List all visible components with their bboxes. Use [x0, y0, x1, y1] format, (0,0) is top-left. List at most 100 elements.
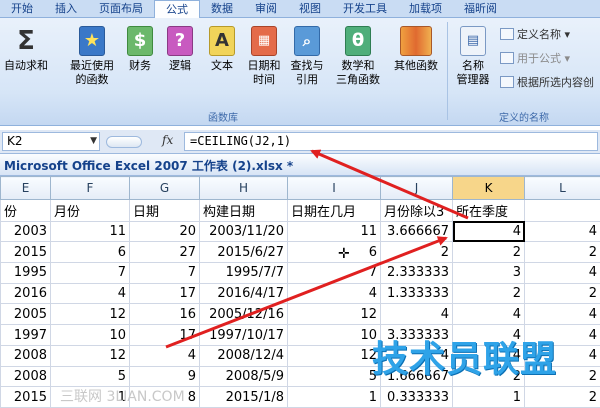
cell-e7[interactable]: 1997	[0, 324, 51, 346]
cell-f4[interactable]: 7	[50, 262, 130, 284]
cell-l3[interactable]: 2	[524, 241, 600, 264]
tab-view[interactable]: 视图	[288, 0, 332, 18]
formula-bar-resize-handle[interactable]	[106, 136, 142, 148]
cell-h7[interactable]: 1997/10/17	[199, 324, 288, 346]
cell-f8[interactable]: 12	[50, 344, 130, 367]
cell-i10[interactable]: 1	[287, 386, 381, 408]
text-button[interactable]: A 文本	[204, 24, 240, 73]
cell-e5[interactable]: 2016	[0, 282, 51, 305]
column-header-h[interactable]: H	[199, 176, 288, 200]
cell-i4[interactable]: 7	[287, 262, 381, 284]
cell-j10[interactable]: 0.333333	[380, 386, 453, 408]
cell-header[interactable]: 日期在几月	[287, 198, 381, 222]
cell-i8[interactable]: 12	[287, 344, 381, 367]
name-box[interactable]: K2 ▼	[2, 132, 100, 151]
cell-j3[interactable]: 2	[380, 241, 453, 264]
cell-f3[interactable]: 6	[50, 241, 130, 264]
cell-f2[interactable]: 11	[50, 220, 130, 243]
cell-i7[interactable]: 10	[287, 324, 381, 346]
cell-g2[interactable]: 20	[129, 220, 200, 243]
cell-i2[interactable]: 11	[287, 220, 381, 243]
datetime-button[interactable]: ▦ 日期和 时间	[244, 24, 284, 87]
cell-i5[interactable]: 4	[287, 282, 381, 305]
tab-insert[interactable]: 插入	[44, 0, 88, 18]
tab-data[interactable]: 数据	[200, 0, 244, 18]
cell-e6[interactable]: 2005	[0, 303, 51, 326]
cell-k2[interactable]: 4	[452, 220, 525, 243]
column-header-e[interactable]: E	[0, 176, 51, 200]
cell-h2[interactable]: 2003/11/20	[199, 220, 288, 243]
cell-header[interactable]: 份	[0, 198, 51, 222]
tab-addins[interactable]: 加载项	[398, 0, 453, 18]
cell-k5[interactable]: 2	[452, 282, 525, 305]
cell-header[interactable]: 所在季度	[452, 198, 525, 222]
cell-f5[interactable]: 4	[50, 282, 130, 305]
tab-page-layout[interactable]: 页面布局	[88, 0, 154, 18]
cell-g6[interactable]: 16	[129, 303, 200, 326]
cell-e9[interactable]: 2008	[0, 365, 51, 388]
cell-l2[interactable]: 4	[524, 220, 600, 243]
column-header-l[interactable]: L	[524, 176, 600, 200]
cell-header[interactable]: 月份	[50, 198, 130, 222]
column-header-j[interactable]: J	[380, 176, 453, 200]
cell-h5[interactable]: 2016/4/17	[199, 282, 288, 305]
cell-k10[interactable]: 1	[452, 386, 525, 408]
cell-h4[interactable]: 1995/7/7	[199, 262, 288, 284]
tab-review[interactable]: 审阅	[244, 0, 288, 18]
cell-j4[interactable]: 2.333333	[380, 262, 453, 284]
column-header-i[interactable]: I	[287, 176, 381, 200]
cell-j2[interactable]: 3.666667	[380, 220, 453, 243]
tab-formulas[interactable]: 公式	[154, 0, 200, 19]
autosum-button[interactable]: Σ 自动求和	[4, 24, 48, 73]
cell-i3[interactable]: 6	[287, 241, 381, 264]
math-trig-button[interactable]: θ 数学和 三角函数	[334, 24, 382, 87]
cell-g8[interactable]: 4	[129, 344, 200, 367]
cell-h9[interactable]: 2008/5/9	[199, 365, 288, 388]
cell-i9[interactable]: 5	[287, 365, 381, 388]
financial-button[interactable]: $ 财务	[122, 24, 158, 73]
create-from-selection-button[interactable]: 根据所选内容创	[500, 74, 594, 91]
cell-l4[interactable]: 4	[524, 262, 600, 284]
name-manager-button[interactable]: ▤ 名称 管理器	[452, 24, 494, 87]
cell-k3[interactable]: 2	[452, 241, 525, 264]
cell-g4[interactable]: 7	[129, 262, 200, 284]
insert-function-icon[interactable]: fx	[162, 133, 173, 147]
recent-functions-button[interactable]: ★ 最近使用 的函数	[66, 24, 118, 87]
lookup-button[interactable]: ⌕ 查找与 引用	[286, 24, 328, 87]
cell-l6[interactable]: 4	[524, 303, 600, 326]
column-header-f[interactable]: F	[50, 176, 130, 200]
cell-e8[interactable]: 2008	[0, 344, 51, 367]
cell-f6[interactable]: 12	[50, 303, 130, 326]
cell-i6[interactable]: 12	[287, 303, 381, 326]
more-functions-button[interactable]: 其他函数	[388, 24, 444, 73]
tab-foxit[interactable]: 福昕阅	[453, 0, 508, 18]
logical-button[interactable]: ? 逻辑	[162, 24, 198, 73]
cell-header[interactable]	[524, 198, 600, 222]
formula-input[interactable]: =CEILING(J2,1)	[184, 132, 598, 151]
cell-g3[interactable]: 27	[129, 241, 200, 264]
cell-j6[interactable]: 4	[380, 303, 453, 326]
tab-home[interactable]: 开始	[0, 0, 44, 18]
cell-f9[interactable]: 5	[50, 365, 130, 388]
cell-f7[interactable]: 10	[50, 324, 130, 346]
cell-g5[interactable]: 17	[129, 282, 200, 305]
cell-l5[interactable]: 2	[524, 282, 600, 305]
cell-header[interactable]: 构建日期	[199, 198, 288, 222]
cell-k4[interactable]: 3	[452, 262, 525, 284]
cell-h10[interactable]: 2015/1/8	[199, 386, 288, 408]
cell-e10[interactable]: 2015	[0, 386, 51, 408]
use-in-formula-button[interactable]: 用于公式 ▾	[500, 50, 570, 67]
cell-h3[interactable]: 2015/6/27	[199, 241, 288, 264]
tab-developer[interactable]: 开发工具	[332, 0, 398, 18]
cell-j5[interactable]: 1.333333	[380, 282, 453, 305]
cell-e4[interactable]: 1995	[0, 262, 51, 284]
cell-header[interactable]: 月份除以3	[380, 198, 453, 222]
cell-g7[interactable]: 17	[129, 324, 200, 346]
cell-header[interactable]: 日期	[129, 198, 200, 222]
cell-h6[interactable]: 2005/12/16	[199, 303, 288, 326]
cell-e2[interactable]: 2003	[0, 220, 51, 243]
cell-h8[interactable]: 2008/12/4	[199, 344, 288, 367]
cell-g9[interactable]: 9	[129, 365, 200, 388]
chevron-down-icon[interactable]: ▼	[90, 133, 97, 150]
column-header-k[interactable]: K	[452, 176, 525, 200]
